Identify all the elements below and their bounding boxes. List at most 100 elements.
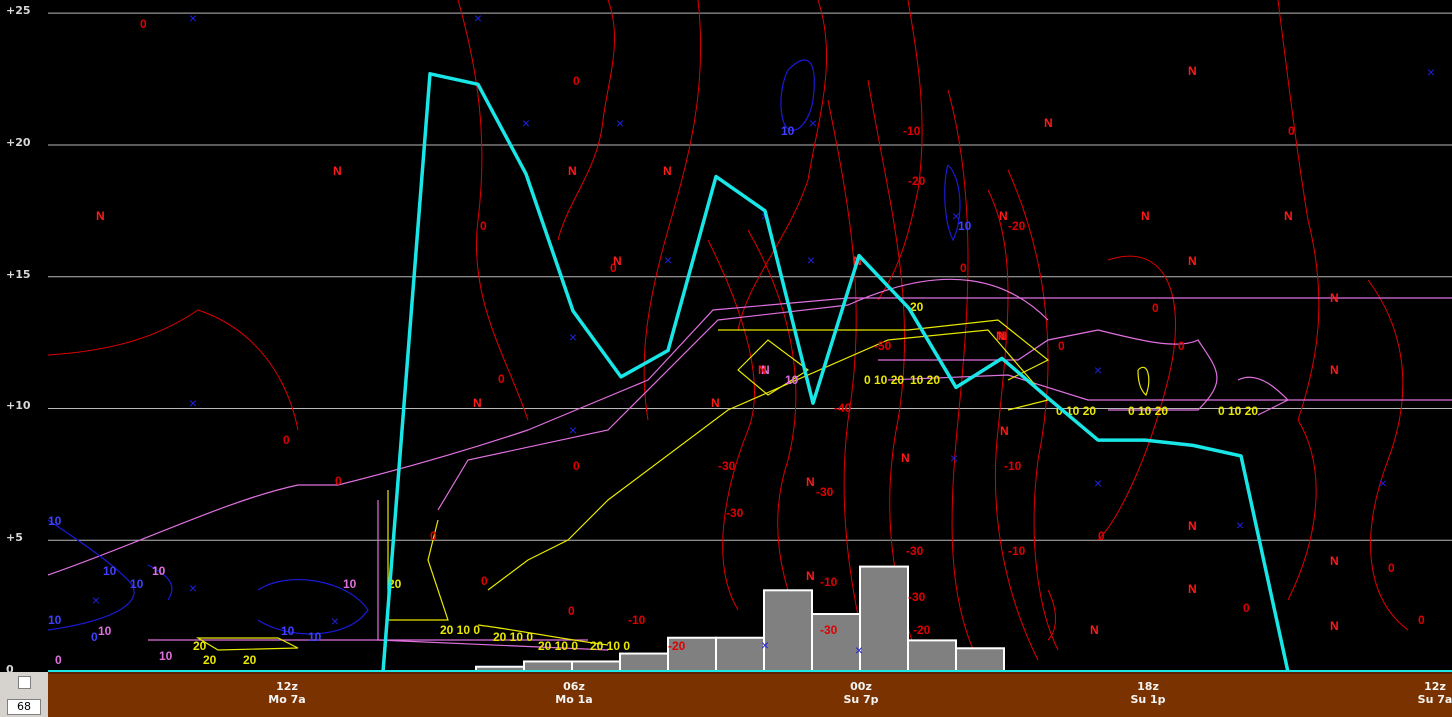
n_markers-label: N <box>996 329 1005 343</box>
x-marker: × <box>189 10 197 26</box>
violet-contour <box>48 297 1452 576</box>
time-tick-label: 12z Mo 7a <box>252 680 322 706</box>
n_markers-label: N <box>806 569 815 583</box>
blue-label: 10 <box>281 624 295 638</box>
red-contour <box>1047 589 1056 641</box>
x-marker: × <box>809 115 817 131</box>
x-marker: × <box>92 592 100 608</box>
red-label: -30 <box>820 623 838 637</box>
time-tick-label: 12z Su 7a <box>1400 680 1452 706</box>
time-height-chart: 0 0 0 0 0 0 0 0 0 0 0 0 0 0 0 0 0 0 0 0 -10 -20 -20 -30 -30 -40 -5… <box>48 0 1452 672</box>
red-label: -10 <box>628 613 646 627</box>
red-contour <box>747 229 809 641</box>
x-marker: × <box>522 115 530 131</box>
n_markers-label: N <box>1188 64 1197 78</box>
yellow-label: 0 10 20 <box>1128 404 1168 418</box>
time-tick-day: Mo 1a <box>555 693 593 706</box>
n_markers-label: N <box>1000 424 1009 438</box>
yellow-label: 20 <box>243 653 257 667</box>
bar <box>715 636 765 672</box>
n_markers-label: N <box>1330 363 1339 377</box>
bars <box>475 565 1005 672</box>
red-label: -30 <box>906 544 924 558</box>
red-label: 0 <box>1178 339 1185 353</box>
yellow-contour <box>1137 366 1150 396</box>
n_markers-label: N <box>999 209 1008 223</box>
contours <box>48 0 1452 661</box>
x-marker: × <box>1094 362 1102 378</box>
violet-contour <box>377 500 588 641</box>
bar <box>955 647 1005 672</box>
red-label: -20 <box>1008 219 1026 233</box>
n_markers-label: N <box>1330 554 1339 568</box>
yellow-label: 0 10 20 <box>864 373 904 387</box>
n_markers-label: N <box>758 363 767 377</box>
time-tick-hour: 12z <box>1424 680 1446 693</box>
y-tick-label: +5 <box>6 531 23 545</box>
red-label: 0 <box>1098 529 1105 543</box>
red-contour <box>1287 419 1317 601</box>
x-marker: × <box>1236 517 1244 533</box>
red-label: 0 <box>1058 339 1065 353</box>
red-label: -30 <box>816 485 834 499</box>
y-tick-label: +10 <box>6 399 31 413</box>
value-field[interactable]: 68 <box>7 699 41 715</box>
red-contour <box>48 309 299 431</box>
time-tick-hour: 12z <box>276 680 298 693</box>
red-label: 0 <box>960 261 967 275</box>
y-tick-label: +25 <box>6 4 31 18</box>
time-axis: 12z Mo 7a 06z Mo 1a 00z Su 7p 18z Su 1p 12z Su 7a <box>48 672 1452 717</box>
x-marker: × <box>950 450 958 466</box>
x-marker: × <box>1379 475 1387 491</box>
toggle-checkbox[interactable] <box>18 676 31 689</box>
yellow-label: 20 <box>203 653 217 667</box>
red-label: -20 <box>908 174 926 188</box>
red-label: 0 <box>430 529 437 543</box>
blue-label: 10 <box>130 577 144 591</box>
bar <box>619 652 669 672</box>
n_markers-label: N <box>1330 291 1339 305</box>
red-label: 0 <box>568 604 575 618</box>
red-label: -20 <box>913 623 931 637</box>
x-marker: × <box>1094 475 1102 491</box>
time-tick-label: 06z Mo 1a <box>539 680 609 706</box>
n_markers-label: N <box>901 451 910 465</box>
red-label: -50 <box>874 339 892 353</box>
contour-labels: 0 0 0 0 0 0 0 0 0 0 0 0 0 0 0 0 0 0 0 0 -10 -20 -20 -30 -30 -40 -5… <box>48 10 1435 667</box>
n_markers-label: N <box>1141 209 1150 223</box>
x-marker: × <box>189 395 197 411</box>
n_markers-label: N <box>613 254 622 268</box>
yellow-label: 20 10 0 <box>440 623 480 637</box>
time-tick-label: 00z Su 7p <box>826 680 896 706</box>
y-tick-label: +20 <box>6 135 31 149</box>
red-contour <box>987 189 1039 661</box>
red-label: 0 <box>481 574 488 588</box>
violet-label: 0 <box>55 653 62 667</box>
red-label: -10 <box>820 575 838 589</box>
yellow-label: 20 10 0 <box>538 639 578 653</box>
time-tick-day: Su 1p <box>1130 693 1166 706</box>
red-label: 0 <box>573 74 580 88</box>
red-label: 0 <box>1388 561 1395 575</box>
violet-label: 10 <box>98 624 112 638</box>
blue-label: 10 <box>308 630 322 644</box>
yellow-label: 20 <box>193 639 207 653</box>
red-contour <box>643 0 702 421</box>
red-label: 0 <box>573 459 580 473</box>
n_markers-label: N <box>1044 116 1053 130</box>
red-label: 0 <box>335 474 342 488</box>
n_markers-label: N <box>663 164 672 178</box>
red-label: 0 <box>1418 613 1425 627</box>
blue-label: 0 <box>91 630 98 644</box>
red-contour <box>1097 255 1176 541</box>
blue-label: 10 <box>781 124 795 138</box>
red-contour <box>1007 169 1059 651</box>
red-label: 0 <box>1152 301 1159 315</box>
n_markers-label: N <box>711 396 720 410</box>
n_markers-label: N <box>1188 582 1197 596</box>
red-contour <box>1367 279 1409 631</box>
n_markers-label: N <box>568 164 577 178</box>
violet-label: 10 <box>159 649 173 663</box>
x-marker: × <box>664 252 672 268</box>
red-label: 0 <box>480 219 487 233</box>
